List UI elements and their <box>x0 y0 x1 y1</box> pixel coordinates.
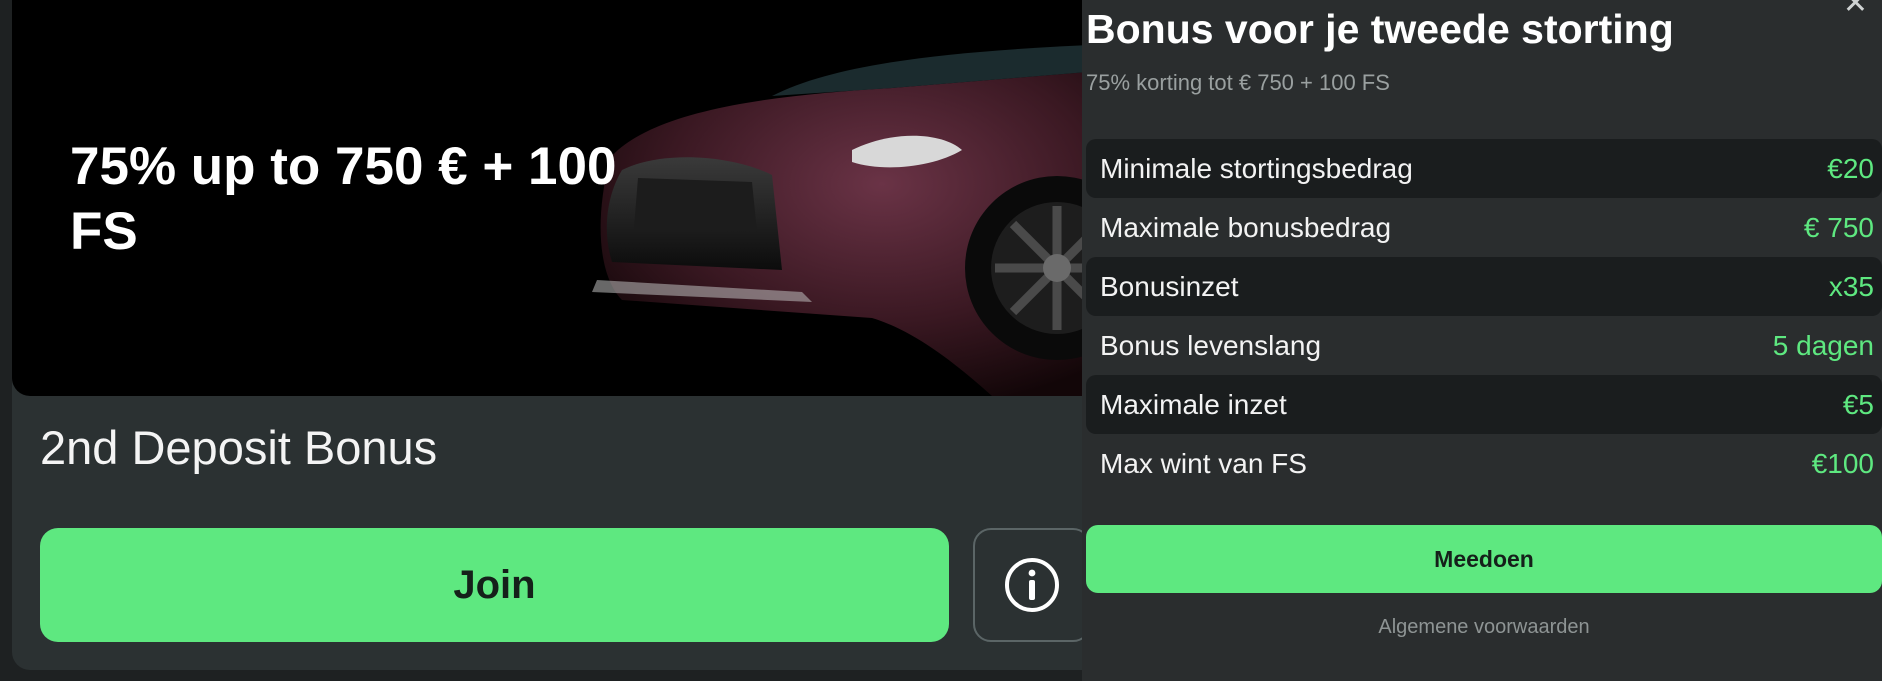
term-value: €5 <box>1842 388 1874 420</box>
term-row: Maximale bonusbedrag € 750 <box>1086 198 1882 257</box>
term-row: Bonus levenslang 5 dagen <box>1086 316 1882 375</box>
hero-title: 75% up to 750 € + 100 FS <box>70 137 617 261</box>
bonus-title: 2nd Deposit Bonus <box>40 421 438 474</box>
info-button[interactable] <box>973 528 1091 642</box>
term-label: Minimale stortingsbedrag <box>1100 152 1413 184</box>
bonus-terms-list: Minimale stortingsbedrag €20 Maximale bo… <box>1086 139 1882 493</box>
term-row: Minimale stortingsbedrag €20 <box>1086 139 1882 198</box>
term-row: Max wint van FS €100 <box>1086 434 1882 493</box>
term-value: € 750 <box>1803 211 1874 243</box>
term-label: Maximale bonusbedrag <box>1100 211 1392 243</box>
term-row: Maximale inzet €5 <box>1086 375 1882 434</box>
close-icon[interactable]: ✕ <box>1843 0 1868 21</box>
term-row: Bonusinzet x35 <box>1086 257 1882 316</box>
bonus-details-panel: ✕ Bonus voor je tweede storting 75% kort… <box>1082 0 1882 681</box>
panel-subtitle: 75% korting tot € 750 + 100 FS <box>1086 70 1390 95</box>
term-label: Bonusinzet <box>1100 270 1239 302</box>
join-button[interactable]: Join <box>40 528 949 642</box>
bonus-card: 75% up to 750 € + 100 FS 2nd Deposit Bon… <box>12 0 1112 670</box>
panel-title: Bonus voor je tweede storting <box>1086 6 1674 52</box>
term-label: Maximale inzet <box>1100 388 1287 420</box>
meedoen-button[interactable]: Meedoen <box>1086 525 1882 593</box>
term-value: €20 <box>1827 152 1874 184</box>
term-value: €100 <box>1811 447 1874 479</box>
info-icon <box>1005 558 1059 612</box>
hero-banner: 75% up to 750 € + 100 FS <box>12 0 1112 396</box>
term-value: x35 <box>1828 270 1874 302</box>
term-label: Max wint van FS <box>1100 447 1307 479</box>
terms-link[interactable]: Algemene voorwaarden <box>1086 616 1882 639</box>
term-label: Bonus levenslang <box>1100 329 1322 361</box>
term-value: 5 dagen <box>1772 329 1874 361</box>
